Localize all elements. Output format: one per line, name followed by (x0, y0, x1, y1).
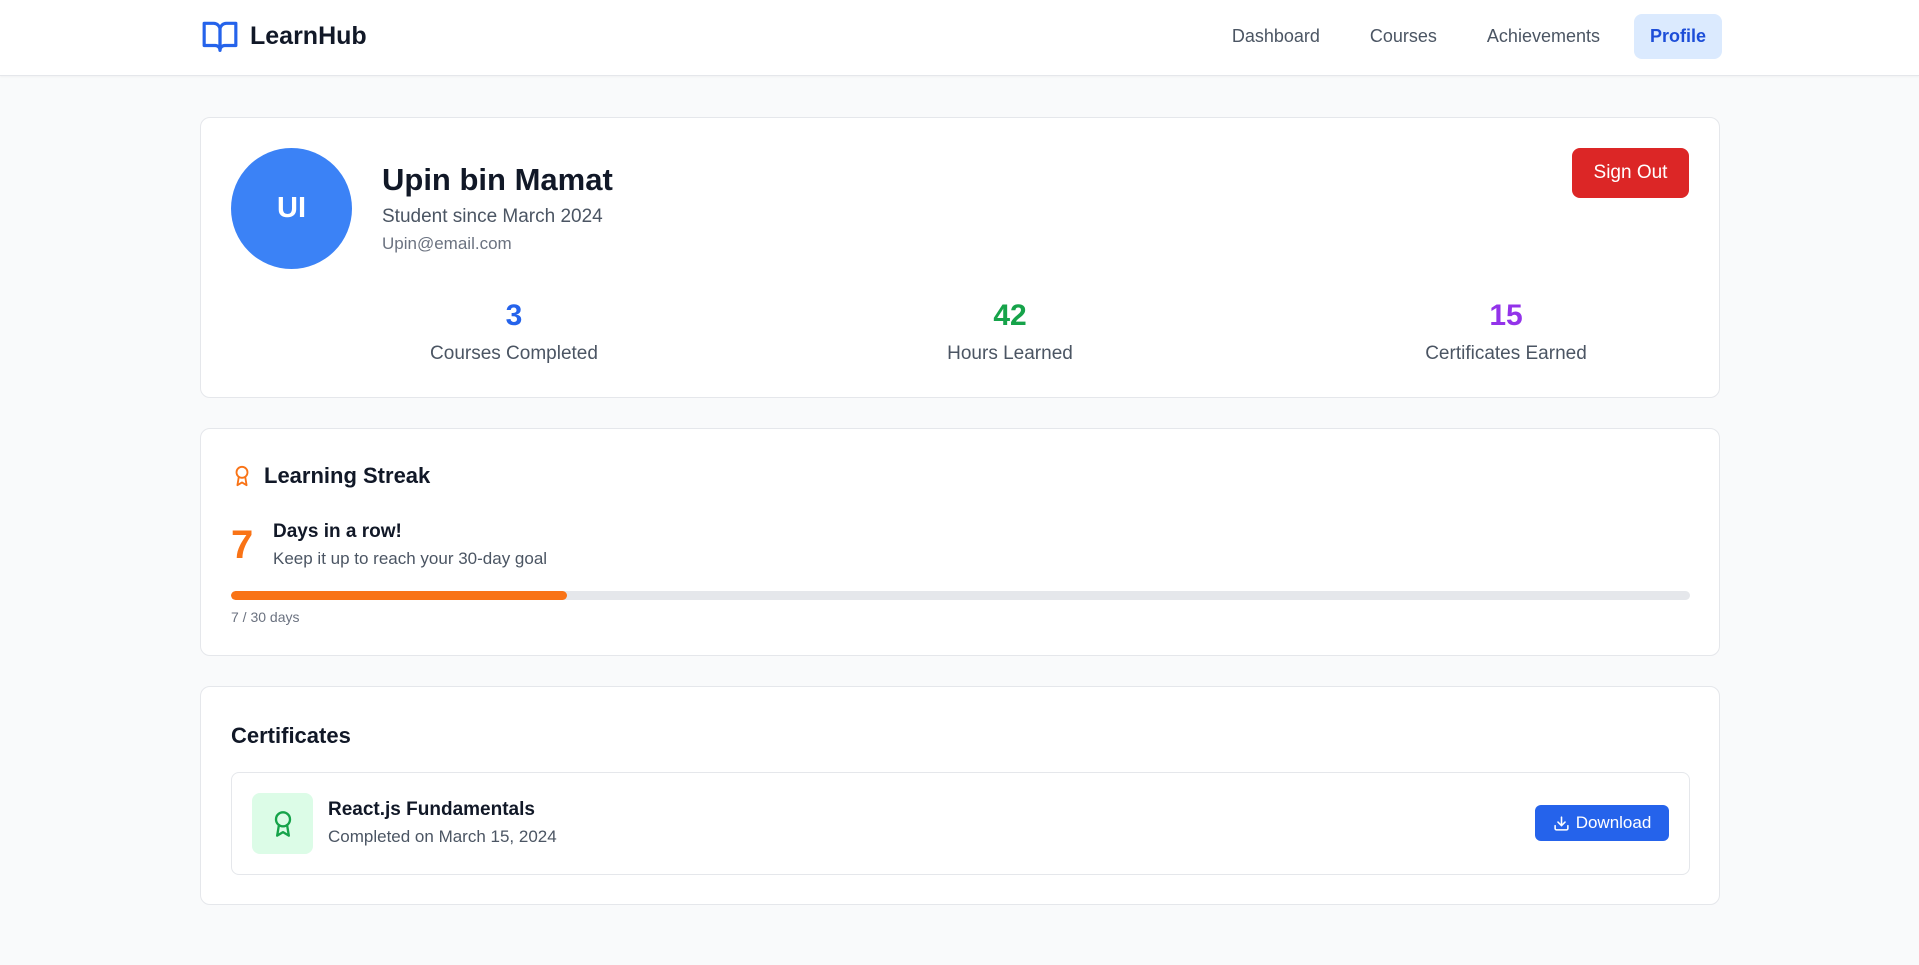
streak-progress-fill (231, 591, 567, 600)
stat-value: 15 (1489, 299, 1523, 332)
streak-title: Learning Streak (264, 463, 431, 488)
brand-name: LearnHub (250, 21, 367, 50)
download-icon (1554, 815, 1569, 831)
stat-label: Courses Completed (430, 343, 598, 364)
nav-item-courses[interactable]: Courses (1354, 14, 1453, 59)
profile-card: UI Upin bin Mamat Student since March 20… (200, 117, 1720, 398)
streak-subtitle: Keep it up to reach your 30-day goal (273, 549, 548, 568)
streak-headline: Days in a row! (273, 521, 402, 542)
user-name: Upin bin Mamat (382, 162, 613, 197)
streak-days-count: 7 (231, 523, 254, 567)
stat-courses-completed: 3 Courses Completed (364, 301, 664, 365)
certificate-icon-box (252, 793, 313, 854)
streak-progress-bar (231, 591, 1690, 600)
top-navbar: LearnHub Dashboard Courses Achievements … (0, 0, 1919, 76)
avatar: UI (231, 148, 352, 269)
sign-out-button[interactable]: Sign Out (1572, 148, 1689, 198)
nav-item-dashboard[interactable]: Dashboard (1216, 14, 1336, 59)
stat-label: Hours Learned (947, 343, 1073, 364)
stat-value: 42 (993, 299, 1027, 332)
nav-item-achievements[interactable]: Achievements (1471, 14, 1616, 59)
streak-header: Learning Streak (231, 463, 430, 489)
certificate-item: React.js Fundamentals Completed on March… (231, 772, 1690, 875)
stat-value: 3 (505, 299, 523, 332)
nav-item-profile[interactable]: Profile (1633, 14, 1722, 59)
award-icon (235, 465, 249, 487)
learning-streak-card: Learning Streak 7 Days in a row! Keep it… (200, 428, 1720, 656)
streak-progress-text: 7 / 30 days (231, 609, 300, 625)
certificate-date: Completed on March 15, 2024 (328, 827, 557, 846)
user-email: Upin@email.com (382, 234, 512, 253)
award-icon (274, 810, 291, 837)
certificates-card: Certificates React.js Fundamentals Compl… (200, 686, 1720, 905)
book-open-icon (202, 21, 238, 52)
download-certificate-button[interactable]: Download (1535, 805, 1669, 841)
download-label: Download (1575, 813, 1652, 832)
brand-logo-link[interactable]: LearnHub (201, 17, 367, 55)
member-since: Student since March 2024 (382, 206, 603, 227)
certificate-name: React.js Fundamentals (328, 799, 535, 820)
stat-hours-learned: 42 Hours Learned (860, 301, 1160, 365)
main-nav: Dashboard Courses Achievements Profile (1216, 14, 1722, 59)
stat-label: Certificates Earned (1425, 343, 1587, 364)
stat-certificates-earned: 15 Certificates Earned (1356, 301, 1656, 365)
certificates-title: Certificates (231, 723, 351, 748)
